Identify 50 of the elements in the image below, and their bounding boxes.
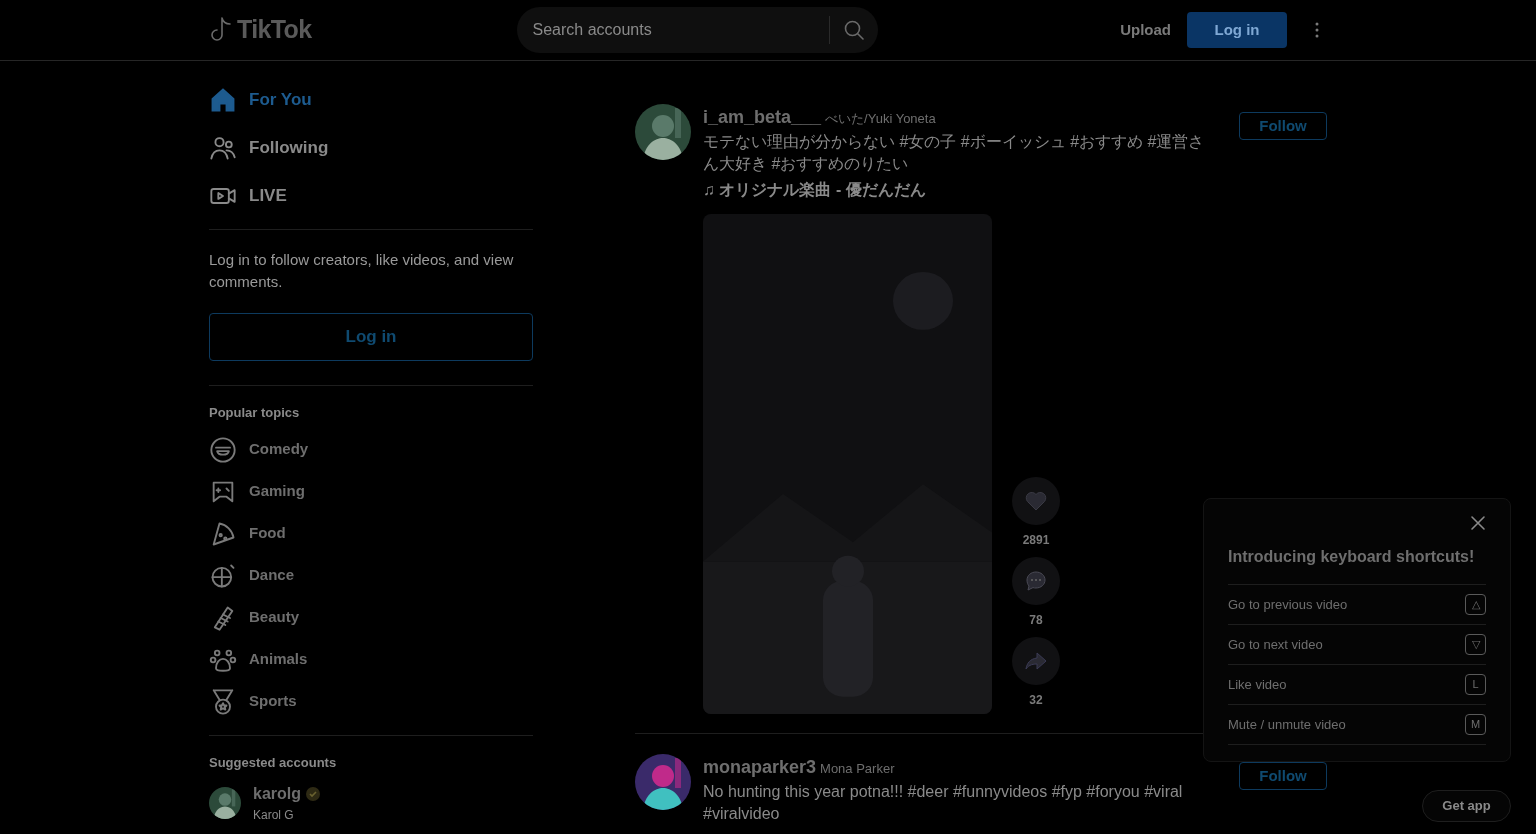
login-button[interactable]: Log in [1187, 12, 1287, 48]
key-cap: M [1465, 714, 1486, 735]
key-cap: ▽ [1465, 634, 1486, 655]
account-username: karolg [253, 784, 301, 804]
post-username[interactable]: i_am_beta___ [703, 104, 822, 131]
speech-bubble-icon [1024, 569, 1048, 593]
key-cap: L [1465, 674, 1486, 695]
post-username[interactable]: monaparker3 [703, 754, 817, 781]
logo-text[interactable]: TikTok [237, 11, 312, 49]
topic-link[interactable]: Dance [249, 564, 295, 587]
topic-link[interactable]: Comedy [249, 438, 309, 461]
post-caption: モテない理由が分からない #女の子 #ボーイッシュ #おすすめ #運営さん大好き #おすすめのりたい [703, 132, 1206, 174]
topic-link[interactable]: Animals [249, 648, 308, 671]
account-name: Karol G [253, 807, 295, 824]
popup-title: Introducing keyboard shortcuts! [1228, 547, 1476, 567]
post-display-name: べいた/Yuki Yoneta [825, 110, 936, 128]
follow-button[interactable]: Follow [1239, 112, 1327, 140]
sidebar-login-button[interactable]: Log in [209, 313, 533, 361]
topic-link[interactable]: Food [249, 522, 286, 545]
key-cap: △ [1465, 594, 1486, 615]
shortcut-label: Like video [1228, 675, 1287, 694]
shortcut-label: Go to previous video [1228, 595, 1348, 614]
laughing-face-icon [209, 435, 237, 464]
topic-link[interactable]: Gaming [249, 480, 305, 503]
upload-button[interactable]: Upload [1112, 18, 1179, 42]
post-display-name: Mona Parker [820, 760, 895, 778]
section-title: Suggested accounts [209, 753, 338, 772]
nav-item[interactable]: Following [209, 124, 533, 172]
nav-item[interactable]: LIVE [209, 172, 533, 220]
home-icon [209, 86, 237, 114]
people-icon [209, 134, 237, 162]
search-input[interactable]: Search accounts [532, 18, 829, 42]
get-app-button[interactable]: Get app [1422, 790, 1511, 822]
topic-link[interactable]: Sports [249, 690, 297, 713]
shortcut-label: Go to next video [1228, 635, 1323, 654]
topic-link[interactable]: Beauty [249, 606, 300, 629]
section-title: Popular topics [209, 404, 301, 422]
search-field[interactable]: Search accounts [516, 7, 878, 53]
nav-item[interactable]: For You [209, 76, 533, 124]
count-label: 78 [1029, 612, 1043, 629]
count-label: 2891 [1022, 532, 1050, 549]
login-prompt: Log in to follow creators, like videos, and view comments. [209, 250, 515, 292]
music-link[interactable]: ♫ オリジナル楽曲 - 優だんだん [703, 178, 1215, 202]
music-note-logo-icon [209, 16, 233, 44]
count-label: 32 [1029, 692, 1043, 709]
suggested-account[interactable]: karolg Karol G [209, 782, 533, 824]
post-caption: No hunting this year potna!!! #deer #funnyvideos #fyp #foryou #viral #viralvideo [703, 782, 1184, 824]
close-icon[interactable] [1470, 515, 1486, 531]
shortcut-label: Mute / unmute video [1228, 715, 1346, 734]
heart-icon [1024, 489, 1048, 513]
